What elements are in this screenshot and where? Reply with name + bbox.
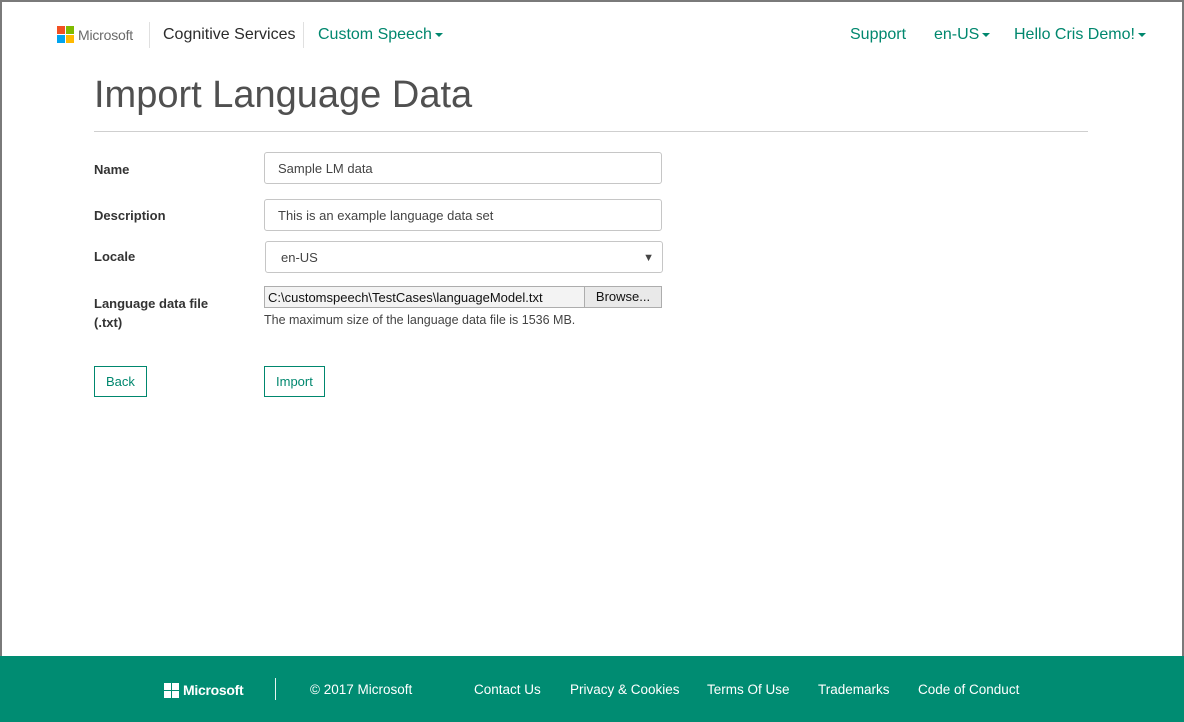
nav-cognitive-services[interactable]: Cognitive Services	[163, 26, 296, 44]
file-label: Language data file (.txt)	[94, 294, 208, 332]
nav-locale-dropdown[interactable]: en-US	[934, 26, 991, 44]
description-input[interactable]	[264, 199, 662, 231]
caret-down-icon	[982, 32, 991, 37]
file-size-hint: The maximum size of the language data fi…	[264, 313, 576, 327]
footer-brand[interactable]: Microsoft	[164, 682, 244, 698]
file-picker: C:\customspeech\TestCases\languageModel.…	[264, 286, 662, 308]
description-label: Description	[94, 208, 166, 223]
page-title: Import Language Data	[94, 74, 473, 116]
nav-user-label: Hello Cris Demo!	[1014, 26, 1135, 43]
nav-custom-speech-dropdown[interactable]: Custom Speech	[318, 26, 443, 44]
browse-button[interactable]: Browse...	[585, 286, 662, 308]
brand-label: Microsoft	[78, 26, 133, 43]
header-divider	[303, 22, 304, 48]
import-button[interactable]: Import	[264, 366, 325, 397]
top-navigation: Microsoft Cognitive Services Custom Spee…	[2, 2, 1182, 66]
file-label-line2: (.txt)	[94, 315, 123, 330]
footer-divider	[275, 678, 276, 700]
footer-link-conduct[interactable]: Code of Conduct	[918, 682, 1019, 697]
header-divider	[149, 22, 150, 48]
file-path-field[interactable]: C:\customspeech\TestCases\languageModel.…	[264, 286, 585, 308]
footer-brand-label: Microsoft	[183, 682, 244, 698]
caret-down-icon	[434, 32, 443, 37]
select-arrow-icon: ▼	[643, 252, 654, 264]
name-input[interactable]	[264, 152, 662, 184]
footer-link-privacy[interactable]: Privacy & Cookies	[570, 682, 680, 697]
nav-support[interactable]: Support	[850, 26, 906, 44]
back-button[interactable]: Back	[94, 366, 147, 397]
locale-label: Locale	[94, 249, 136, 264]
microsoft-brand[interactable]: Microsoft	[57, 26, 133, 43]
nav-user-dropdown[interactable]: Hello Cris Demo!	[1014, 26, 1146, 44]
caret-down-icon	[1137, 32, 1146, 37]
microsoft-logo-icon	[57, 26, 74, 43]
file-label-line1: Language data file	[94, 296, 209, 311]
title-divider	[94, 131, 1088, 132]
footer: Microsoft © 2017 Microsoft Contact Us Pr…	[0, 656, 1184, 722]
locale-select[interactable]: en-US ▼	[265, 241, 663, 273]
microsoft-logo-icon	[164, 682, 179, 698]
name-label: Name	[94, 162, 130, 177]
nav-locale-label: en-US	[934, 26, 980, 43]
locale-select-value: en-US	[281, 249, 318, 265]
footer-link-contact[interactable]: Contact Us	[474, 682, 541, 697]
footer-copyright: © 2017 Microsoft	[310, 682, 413, 697]
footer-link-terms[interactable]: Terms Of Use	[707, 682, 790, 697]
footer-link-trademarks[interactable]: Trademarks	[818, 682, 890, 697]
nav-custom-speech-label: Custom Speech	[318, 26, 432, 43]
